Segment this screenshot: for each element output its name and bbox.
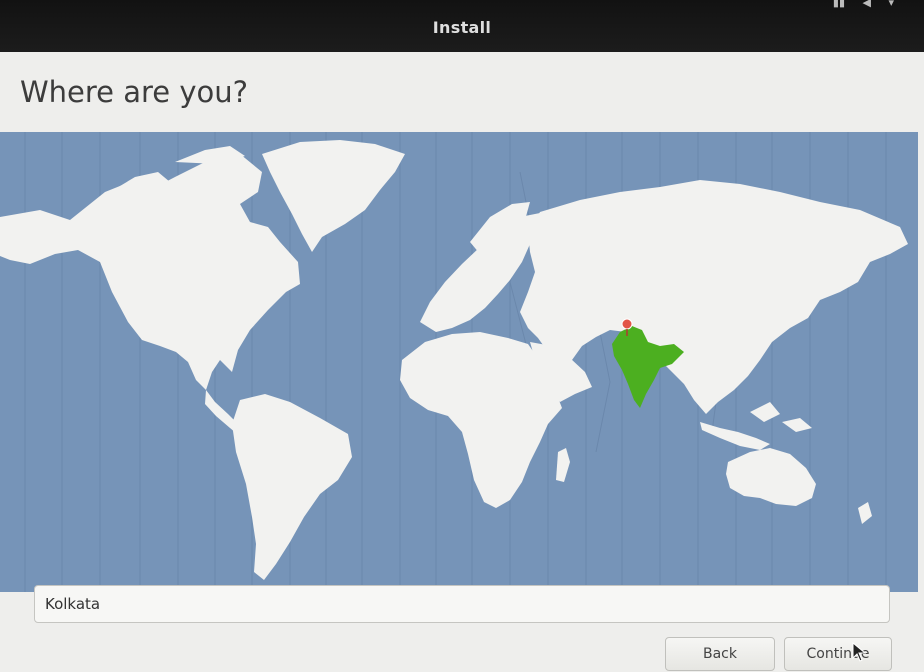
title-bar: ▮▮ ◀ ▾ Install <box>0 0 924 52</box>
back-button[interactable]: Back <box>665 637 775 671</box>
power-icon[interactable]: ▾ <box>888 0 894 9</box>
installer-screen: ▮▮ ◀ ▾ Install Where are you? Kolkata Ba… <box>0 0 924 672</box>
continue-button[interactable]: Continue <box>784 637 892 671</box>
location-input[interactable] <box>34 585 890 623</box>
window-body: Where are you? Kolkata Back Continue <box>0 52 924 672</box>
system-tray: ▮▮ ◀ ▾ <box>819 0 894 9</box>
mouse-pointer-icon <box>852 642 866 662</box>
volume-icon[interactable]: ◀ <box>863 0 871 9</box>
page-title: Where are you? <box>20 75 249 109</box>
window-title: Install <box>432 18 492 37</box>
timezone-map[interactable] <box>0 132 918 592</box>
network-icon[interactable]: ▮▮ <box>833 0 845 9</box>
